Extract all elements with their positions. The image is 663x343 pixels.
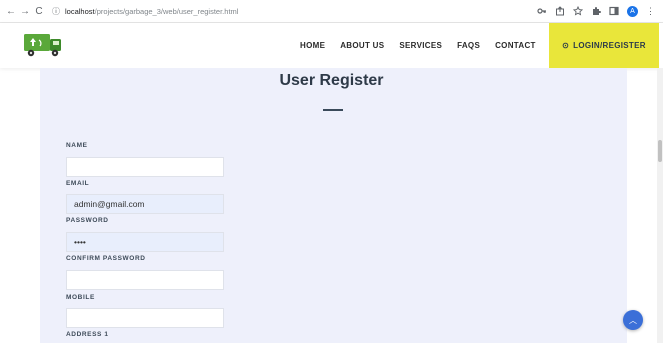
password-label: PASSWORD (66, 217, 109, 224)
email-label: EMAIL (66, 180, 90, 187)
nav-home[interactable]: HOME (300, 41, 325, 50)
title-divider (323, 109, 343, 111)
login-register-label: LOGIN/REGISTER (573, 41, 646, 50)
email-field[interactable]: admin@gmail.com (66, 194, 224, 214)
url-host: localhost (65, 6, 95, 16)
nav-about-us[interactable]: ABOUT US (340, 41, 384, 50)
site-header: HOME ABOUT US SERVICES FAQS CONTACT ⊙ LO… (0, 23, 663, 68)
forward-icon[interactable]: → (18, 6, 32, 17)
address1-label: ADDRESS 1 (66, 331, 109, 338)
url-path: /projects/garbage_3/web/user_register.ht… (94, 6, 239, 16)
browser-toolbar: ← → C ⓘ localhost/projects/garbage_3/web… (0, 0, 663, 23)
confirm-password-field[interactable] (66, 270, 224, 290)
garbage-truck-logo[interactable] (22, 30, 64, 60)
share-icon[interactable] (555, 6, 565, 16)
scroll-thumb[interactable] (658, 140, 662, 162)
reload-icon[interactable]: C (32, 6, 46, 17)
chevron-up-icon: ︿ (629, 315, 637, 325)
name-label: NAME (66, 142, 88, 149)
key-icon[interactable] (537, 6, 547, 16)
browser-menu-icon[interactable]: ⋮ (646, 6, 655, 17)
page-scrollbar[interactable] (657, 68, 663, 343)
address-bar[interactable]: ⓘ localhost/projects/garbage_3/web/user_… (52, 6, 238, 17)
nav-faqs[interactable]: FAQS (457, 41, 480, 50)
confirm-password-label: CONFIRM PASSWORD (66, 255, 146, 262)
name-field[interactable] (66, 157, 224, 177)
extensions-icon[interactable] (591, 6, 601, 16)
mobile-label: MOBILE (66, 294, 95, 301)
sidebar-icon[interactable] (609, 6, 619, 16)
login-register-button[interactable]: ⊙ LOGIN/REGISTER (549, 23, 659, 68)
main-nav: HOME ABOUT US SERVICES FAQS CONTACT (300, 23, 551, 68)
back-to-top-button[interactable]: ︿ (623, 310, 643, 330)
nav-services[interactable]: SERVICES (399, 41, 442, 50)
nav-contact[interactable]: CONTACT (495, 41, 536, 50)
page-title: User Register (279, 72, 384, 89)
back-icon[interactable]: ← (4, 6, 18, 17)
password-field[interactable]: •••• (66, 232, 224, 252)
site-info-icon[interactable]: ⓘ (52, 6, 60, 17)
star-icon[interactable] (573, 6, 583, 16)
profile-avatar[interactable]: A (627, 5, 638, 17)
user-circle-icon: ⊙ (562, 41, 570, 50)
mobile-field[interactable] (66, 308, 224, 328)
